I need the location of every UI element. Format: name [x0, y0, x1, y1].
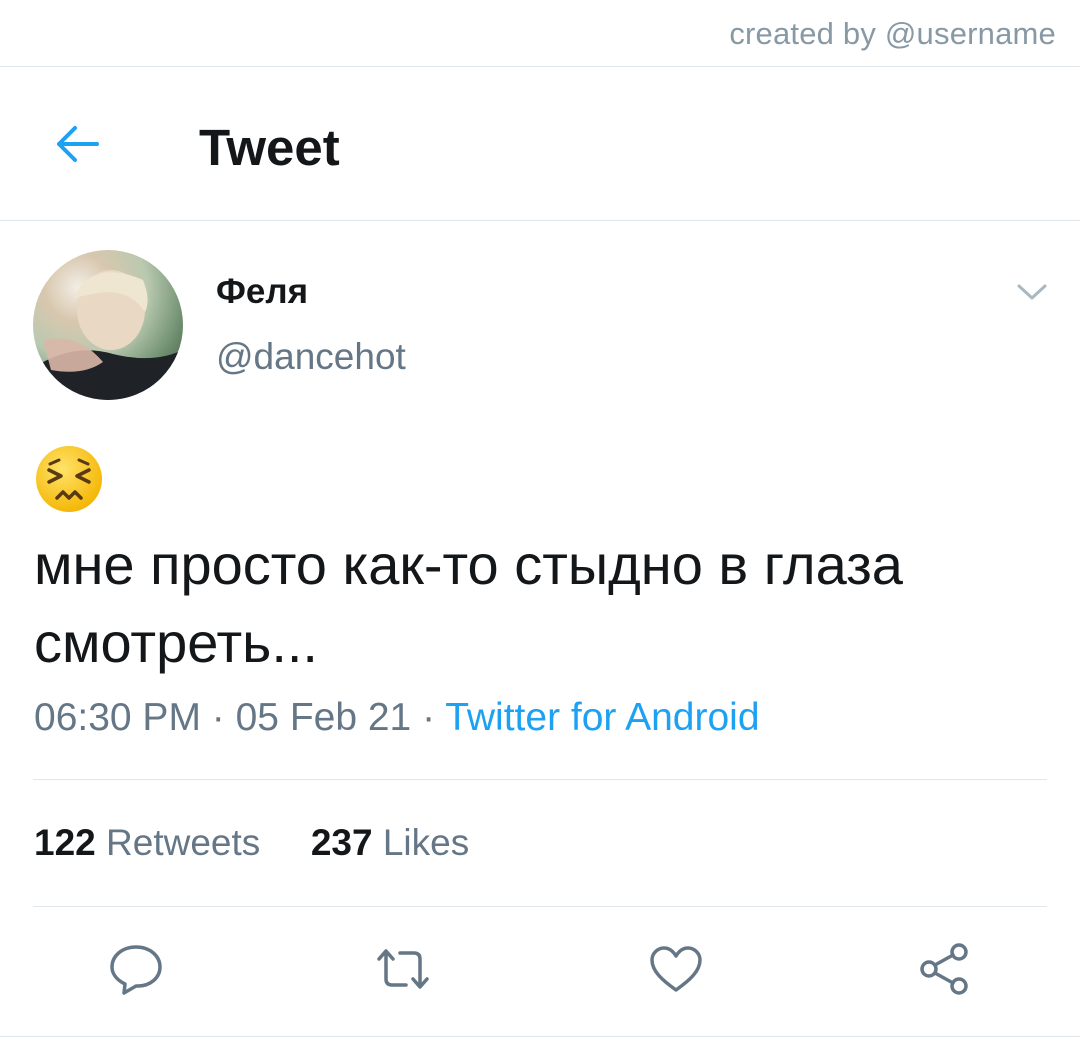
meta-separator: · [411, 696, 446, 739]
tweet-time: 06:30 PM [34, 696, 201, 739]
top-divider [0, 66, 1080, 67]
retweets-count: 122 [34, 822, 96, 863]
tweet-meta: 06:30 PM · 05 Feb 21 · Twitter for Andro… [34, 696, 760, 740]
action-bar [0, 936, 1080, 1006]
heart-icon [650, 946, 702, 992]
author-handle[interactable]: @dancehot [216, 336, 406, 378]
likes-label: Likes [382, 822, 470, 863]
likes-stat[interactable]: 237 Likes [311, 822, 469, 863]
page-title: Tweet [199, 119, 340, 176]
tweet-date: 05 Feb 21 [235, 696, 412, 739]
header-divider [0, 220, 1080, 221]
avatar[interactable] [33, 250, 183, 400]
retweets-label: Retweets [106, 822, 261, 863]
back-button[interactable] [50, 120, 104, 168]
share-button[interactable] [912, 936, 978, 1002]
reply-button[interactable] [103, 936, 169, 1002]
meta-divider [33, 779, 1047, 780]
avatar-photo [33, 270, 183, 400]
likes-count: 237 [310, 822, 373, 863]
bottom-divider [0, 1036, 1080, 1037]
back-arrow-icon [57, 126, 99, 162]
top-bar: Tweet [0, 68, 1080, 220]
reply-icon [110, 945, 162, 995]
chevron-down-icon [1017, 284, 1047, 300]
like-button[interactable] [643, 936, 709, 1002]
credit-watermark: created by @username [729, 16, 1056, 51]
retweet-icon [377, 949, 429, 989]
persevering-face-emoji [34, 444, 104, 514]
retweets-stat[interactable]: 122 Retweets [34, 822, 271, 863]
persevering-face-icon [36, 446, 102, 512]
stats-divider [33, 906, 1047, 907]
share-icon [920, 943, 968, 995]
tweet-source-link[interactable]: Twitter for Android [445, 696, 759, 739]
retweet-button[interactable] [370, 936, 436, 1002]
tweet-text: мне просто как-то стыдно в глаза смотрет… [34, 533, 903, 674]
author-name[interactable]: Феля [216, 272, 308, 312]
meta-separator: · [200, 696, 236, 739]
tweet-stats: 122 Retweets 237 Likes [34, 822, 469, 864]
tweet-page: created by @username Tweet Феля @danceho… [0, 0, 1080, 1054]
more-options-button[interactable] [1014, 278, 1050, 306]
